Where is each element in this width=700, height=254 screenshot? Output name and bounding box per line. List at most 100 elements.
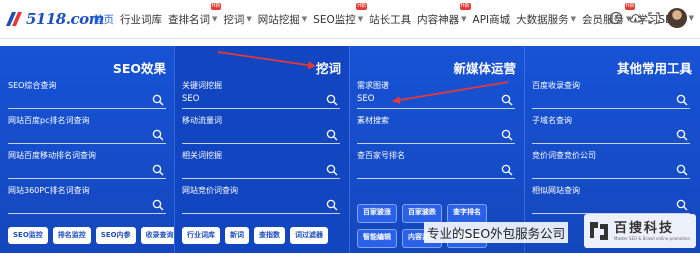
search-field[interactable]: 相似网站查询	[532, 185, 690, 215]
chevron-down-icon: ▼	[357, 15, 364, 23]
nav-item[interactable]: 挖词 ▼	[223, 12, 251, 27]
search-icon[interactable]	[501, 161, 513, 176]
search-icon[interactable]	[676, 161, 688, 176]
search-field[interactable]: 竞价词查竞价公司	[532, 150, 690, 180]
search-field-label: 网站百度移动排名词查询	[8, 151, 96, 160]
search-input[interactable]: SEO	[182, 94, 199, 104]
search-icon[interactable]	[326, 91, 338, 106]
nav-item[interactable]: 行业词库	[120, 12, 162, 27]
nav-item-label: 首页	[93, 13, 114, 26]
search-field[interactable]: 百度收录查询	[532, 80, 690, 110]
search-field-label: 网站竞价词查询	[182, 186, 238, 195]
search-icon[interactable]	[326, 126, 338, 141]
nav-item[interactable]: 站长工具	[369, 12, 411, 27]
search-field[interactable]: SEO综合查询	[8, 80, 166, 110]
column-title: 挖词	[315, 61, 341, 76]
svg-text:?: ?	[613, 14, 617, 23]
help-icon[interactable]: ?	[609, 11, 623, 25]
search-icon[interactable]	[326, 196, 338, 211]
watermark-brand-name: 百搜科技	[614, 221, 675, 236]
column-title: 新媒体运营	[453, 61, 516, 76]
input-underline	[182, 143, 340, 144]
search-icon[interactable]	[676, 126, 688, 141]
nav-item-label: SEO监控	[313, 13, 356, 26]
search-field[interactable]: 网站竞价词查询	[182, 185, 340, 215]
search-field[interactable]: 关键词挖掘 SEO	[182, 80, 340, 110]
nav-item-label: 挖词	[223, 13, 245, 26]
quick-link-button[interactable]: 行业词库	[182, 227, 220, 244]
search-input[interactable]: SEO	[357, 94, 374, 104]
quick-link-button[interactable]: 新词	[225, 227, 249, 244]
search-field[interactable]: 子域名查询	[532, 115, 690, 145]
nav-item[interactable]: 首页	[93, 12, 114, 27]
avatar-caret-icon[interactable]: ▼	[689, 14, 694, 22]
nav-item-label: 网站挖掘	[257, 13, 300, 26]
search-field-label: 相关词挖掘	[182, 151, 222, 160]
search-icon[interactable]	[676, 196, 688, 211]
user-avatar[interactable]	[666, 8, 687, 28]
nav-item[interactable]: 内容神器 ▼ H新	[417, 2, 471, 27]
nav-item[interactable]: 大数据服务 ▼	[516, 12, 576, 27]
quick-link-button[interactable]: 百家骏跌	[402, 204, 442, 223]
quick-link-button[interactable]: SEO监控	[8, 227, 48, 244]
watermark-logo: 百搜科技 Master SEO & Brand online promotion	[584, 214, 696, 248]
search-field[interactable]: 需求图谱 SEO	[357, 80, 515, 110]
quick-link-button[interactable]: 收录查询	[140, 227, 179, 244]
input-underline	[182, 108, 340, 109]
input-underline	[182, 213, 340, 214]
search-field-label: 移动流量词	[182, 116, 222, 125]
search-field[interactable]: 素材搜索	[357, 115, 515, 145]
search-field-label: 百度收录查询	[532, 81, 580, 90]
quick-link-button[interactable]: 查字排名	[447, 204, 487, 223]
quick-link-button[interactable]: 词过滤器	[290, 227, 328, 244]
input-underline	[182, 178, 340, 179]
search-field[interactable]: 查百家号排名	[357, 150, 515, 180]
search-icon[interactable]	[152, 161, 164, 176]
search-field-label: 需求图谱	[357, 81, 389, 90]
search-icon[interactable]	[152, 126, 164, 141]
column-title: SEO效果	[112, 61, 166, 76]
nav-item[interactable]: SEO监控 ▼ H新	[313, 2, 368, 27]
search-field-label: 关键词挖掘	[182, 81, 222, 90]
search-field[interactable]: 网站360PC排名词查询	[8, 185, 166, 215]
search-field[interactable]: 相关词挖掘	[182, 150, 340, 180]
search-icon[interactable]	[501, 126, 513, 141]
nav-item-label: 查排名词	[168, 13, 210, 26]
nav-right-tools: ? ▼	[604, 8, 694, 28]
nav-item[interactable]: 网站挖掘 ▼	[258, 12, 307, 27]
column-title: 其他常用工具	[616, 61, 692, 76]
search-icon[interactable]	[326, 161, 338, 176]
search-field-label: 子域名查询	[532, 116, 572, 125]
search-field-label: 网站百度pc排名词查询	[8, 116, 90, 125]
input-underline	[8, 143, 166, 144]
quick-link-button[interactable]: SEO内参	[95, 227, 136, 244]
chevron-down-icon: ▼	[570, 15, 577, 23]
new-badge: H新	[356, 2, 368, 10]
column-keyword-mining: 挖词关键词挖掘 SEO 移动流量词相关词挖掘网站竞价词查询行业词库 新词 查指数 词过滤器	[174, 46, 349, 253]
new-badge: H新	[210, 2, 222, 10]
nav-item-label: 站长工具	[369, 13, 412, 26]
nav-item[interactable]: 查排名词 ▼ H新	[168, 2, 222, 27]
cloud-icon[interactable]	[628, 11, 642, 25]
chevron-down-icon: ▼	[461, 15, 467, 23]
search-field[interactable]: 网站百度移动排名词查询	[8, 150, 166, 180]
chevron-down-icon: ▼	[246, 15, 252, 23]
input-underline	[532, 143, 690, 144]
site-logo[interactable]: 5118.com	[3, 7, 104, 31]
nav-item-label: 行业词库	[120, 13, 162, 26]
column-divider	[174, 46, 175, 253]
quick-link-button[interactable]: 排名监控	[52, 227, 91, 244]
search-field[interactable]: 移动流量词	[182, 115, 340, 145]
search-icon[interactable]	[501, 91, 513, 106]
search-field[interactable]: 网站百度pc排名词查询	[8, 115, 166, 145]
search-icon[interactable]	[152, 91, 164, 106]
search-icon[interactable]	[152, 196, 164, 211]
search-icon[interactable]	[676, 91, 688, 106]
nav-item[interactable]: API商城	[473, 12, 511, 27]
quick-link-button[interactable]: 百家骏涨	[357, 204, 397, 223]
fullscreen-icon[interactable]	[647, 11, 661, 25]
quick-link-button[interactable]: 查指数	[254, 227, 285, 244]
quick-link-button[interactable]: 智能编辑	[357, 229, 397, 248]
search-field-label: 网站360PC排名词查询	[8, 186, 90, 195]
search-field-label: 竞价词查竞价公司	[532, 151, 596, 160]
